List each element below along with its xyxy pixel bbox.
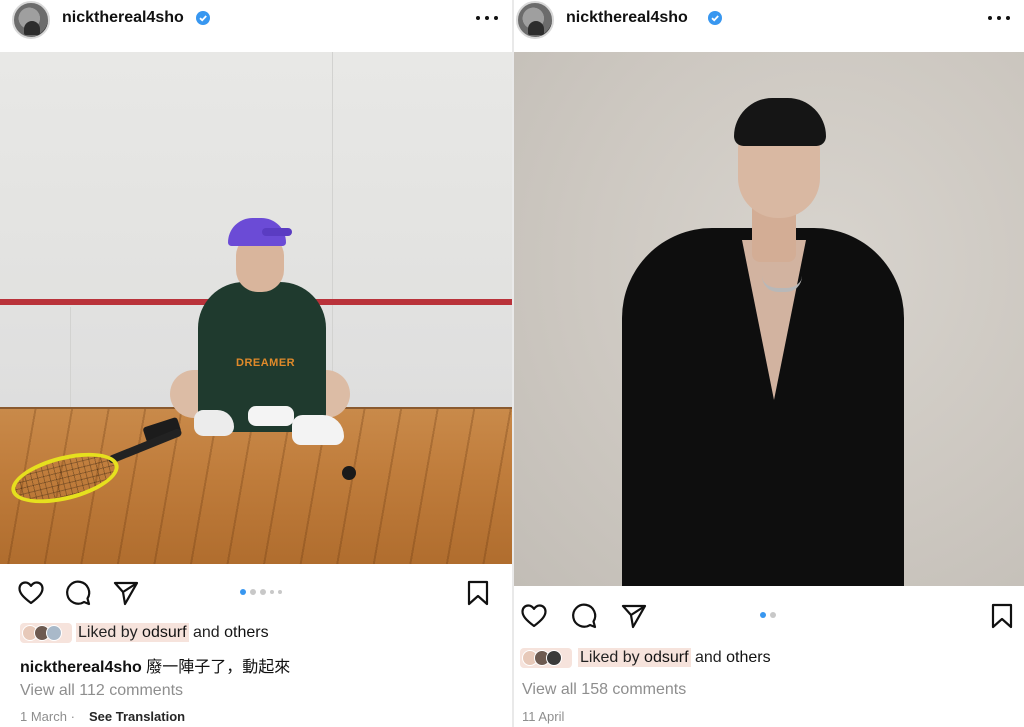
likes-and: and [192, 624, 220, 641]
view-comments-link[interactable]: View all 112 comments [20, 682, 183, 700]
heart-icon[interactable] [17, 579, 45, 607]
squash-ball [342, 466, 356, 480]
likes-text[interactable]: Liked by odsurf and others [76, 623, 269, 642]
post-header: nickthereal4sho [514, 0, 1024, 40]
likes-row: Liked by odsurf and others [0, 621, 512, 645]
comment-icon[interactable] [64, 579, 92, 607]
more-options-icon[interactable] [988, 11, 1010, 25]
likes-text[interactable]: Liked by odsurf and others [578, 648, 771, 667]
post-2: nickthereal4sho Liked by odsurf and othe… [512, 0, 1024, 727]
action-bar [0, 573, 512, 613]
heart-icon[interactable] [520, 602, 548, 630]
liker-avatars[interactable] [20, 623, 72, 643]
shoe-right [292, 415, 344, 445]
bookmark-icon[interactable] [464, 579, 492, 607]
liked-by-user[interactable]: odsurf [644, 649, 688, 666]
verified-badge-icon [708, 11, 722, 25]
cap-brim [262, 228, 292, 236]
username[interactable]: nickthereal4sho [566, 9, 688, 27]
avatar[interactable] [12, 1, 50, 39]
caption-username[interactable]: nickthereal4sho [20, 659, 142, 676]
likes-prefix: Liked by [580, 649, 640, 666]
likes-and: and [694, 649, 722, 666]
carousel-indicator [760, 612, 776, 618]
see-translation-link[interactable]: See Translation [89, 709, 185, 724]
hair [734, 98, 826, 146]
post-photo[interactable]: DREAMER [0, 52, 512, 564]
username[interactable]: nickthereal4sho [62, 9, 184, 27]
post-date: 11 April [522, 709, 565, 724]
hoodie-print: DREAMER [236, 357, 296, 369]
likes-others[interactable]: others [224, 624, 268, 641]
caption-text: 廢一陣子了，動起來 [146, 659, 291, 676]
likes-row: Liked by odsurf and others [514, 646, 1024, 670]
likes-prefix: Liked by [78, 624, 138, 641]
liker-avatars[interactable] [520, 648, 572, 668]
view-comments-link[interactable]: View all 158 comments [522, 681, 686, 699]
liked-by-user[interactable]: odsurf [142, 624, 186, 641]
bookmark-icon[interactable] [988, 602, 1016, 630]
avatar[interactable] [516, 1, 554, 39]
comment-icon[interactable] [570, 602, 598, 630]
carousel-indicator [240, 589, 282, 595]
post-header: nickthereal4sho [0, 0, 512, 40]
post-date: 1 March · [20, 709, 75, 724]
more-options-icon[interactable] [476, 11, 498, 25]
paper-plane-icon[interactable] [620, 602, 648, 630]
sock [248, 406, 294, 426]
shoe-left [194, 410, 234, 436]
post-photo[interactable] [514, 52, 1024, 586]
verified-badge-icon [196, 11, 210, 25]
caption: nickthereal4sho 廢一陣子了，動起來 [20, 653, 290, 677]
paper-plane-icon[interactable] [112, 579, 140, 607]
action-bar [514, 596, 1024, 636]
likes-others[interactable]: others [726, 649, 770, 666]
post-1: nickthereal4sho DREAMER Liked by odsurf … [0, 0, 512, 727]
